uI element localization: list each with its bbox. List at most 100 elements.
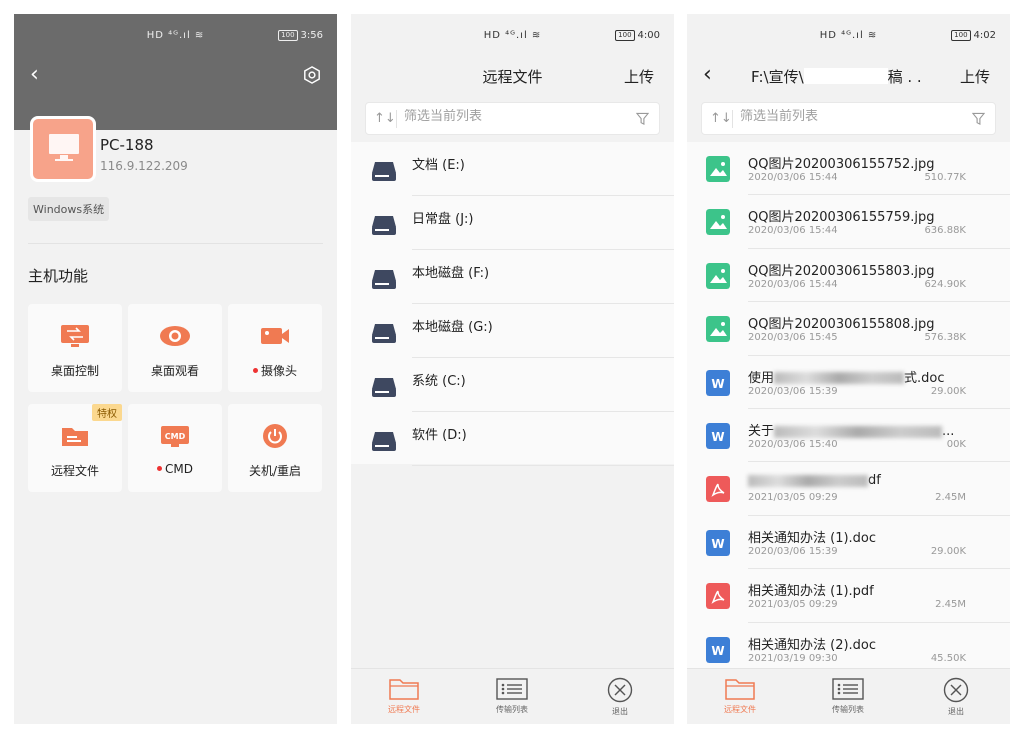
- cmd-icon: CMD: [161, 426, 189, 447]
- image-file-icon: [706, 316, 730, 343]
- file-name: QQ图片20200306155808.jpg: [748, 317, 935, 333]
- file-row[interactable]: QQ图片20200306155803.jpg 2020/03/06 15:44 …: [687, 249, 1010, 303]
- drive-name: 日常盘 (J:): [412, 212, 474, 227]
- filter-icon[interactable]: [972, 112, 985, 126]
- drive-name: 本地磁盘 (F:): [412, 266, 490, 281]
- nav-label: 退出: [948, 707, 964, 716]
- tile-label: 桌面观看: [150, 364, 199, 378]
- remote-files-screen: HD ⁴ᴳ.ıl ≋ 1004:00 远程文件 上传 ↑↓ 文档 (E:) 日常…: [351, 14, 674, 724]
- desktop-control-icon: [61, 325, 89, 347]
- clock: 3:56: [300, 30, 323, 41]
- power-button[interactable]: 关机/重启: [228, 404, 322, 492]
- file-name-suffix: df: [868, 473, 881, 489]
- upload-button[interactable]: 上传: [624, 66, 654, 87]
- file-row[interactable]: W 关于... 2020/03/06 15:40 00K: [687, 409, 1010, 463]
- sort-icon[interactable]: ↑↓: [710, 111, 732, 126]
- os-tag: Windows系统: [28, 197, 110, 221]
- folder-icon: [725, 679, 755, 700]
- drive-icon: [372, 378, 396, 397]
- word-file-icon: W: [706, 529, 730, 556]
- desktop-view-button[interactable]: 桌面观看: [128, 304, 222, 392]
- tile-label: 摄像头: [260, 364, 297, 378]
- word-file-icon: W: [706, 423, 730, 449]
- file-date: 2020/03/06 15:44: [748, 172, 838, 183]
- nav-transfer-list[interactable]: 传输列表: [813, 677, 883, 715]
- svg-text:W: W: [711, 644, 724, 658]
- file-date: 2020/03/06 15:44: [748, 225, 838, 237]
- drive-item[interactable]: 日常盘 (J:): [351, 196, 674, 250]
- sort-icon[interactable]: ↑↓: [374, 111, 396, 126]
- drive-item[interactable]: 文档 (E:): [351, 142, 674, 196]
- nav-transfer-list[interactable]: 传输列表: [477, 677, 547, 715]
- filter-input[interactable]: [404, 109, 624, 124]
- file-name: 相关通知办法 (1).doc: [748, 530, 877, 546]
- file-row[interactable]: QQ图片20200306155759.jpg 2020/03/06 15:44 …: [687, 195, 1010, 249]
- drive-item[interactable]: 本地磁盘 (F:): [351, 250, 674, 304]
- device-ip: 116.9.122.209: [100, 159, 188, 173]
- drive-item[interactable]: 本地磁盘 (G:): [351, 304, 674, 358]
- file-row[interactable]: QQ图片20200306155808.jpg 2020/03/06 15:45 …: [687, 302, 1010, 356]
- folder-path: F:\宣传\ 稿 . .: [751, 66, 940, 87]
- nav-exit[interactable]: 退出: [921, 677, 991, 717]
- file-size: 576.38K: [924, 332, 966, 344]
- file-name: df: [748, 473, 881, 488]
- tile-label: 远程文件: [50, 464, 99, 478]
- filter-icon[interactable]: [636, 112, 649, 126]
- path-suffix: 稿 . .: [887, 68, 922, 86]
- back-icon[interactable]: ‹: [30, 64, 39, 86]
- redacted-block: [803, 68, 888, 84]
- pc-avatar: [30, 116, 96, 182]
- close-circle-icon: [943, 677, 969, 703]
- tile-label: 桌面控制: [50, 364, 99, 378]
- tile-label: 关机/重启: [248, 464, 302, 478]
- cmd-button[interactable]: CMD CMD: [128, 404, 222, 492]
- filter-bar: ↑↓: [701, 102, 996, 135]
- power-icon: [263, 424, 287, 448]
- file-name: 相关通知办法 (2).doc: [748, 637, 877, 653]
- drive-icon: [372, 270, 396, 289]
- camera-button[interactable]: 摄像头: [228, 304, 322, 392]
- file-row[interactable]: QQ图片20200306155752.jpg 2020/03/06 15:44 …: [687, 142, 1010, 196]
- bottom-nav: 远程文件 传输列表 退出: [351, 668, 674, 724]
- status-bar: HD ⁴ᴳ.ıl ≋ 100 4:00: [351, 30, 674, 48]
- drive-item[interactable]: 软件 (D:): [351, 412, 674, 466]
- nav-remote-files[interactable]: 远程文件: [369, 677, 439, 715]
- file-row[interactable]: W 使用 式.doc 2020/03/06 15:39 29.00K: [687, 356, 1010, 409]
- file-date: 2020/03/06 15:39: [748, 385, 838, 397]
- nav-label: 传输列表: [832, 705, 864, 714]
- file-row[interactable]: W 相关通知办法 (1).doc 2020/03/06 15:39 29.00K: [687, 516, 1010, 570]
- folder-icon: [389, 679, 419, 700]
- status-bar: HD ⁴ᴳ.ıl ≋ 100 4:02: [687, 30, 1010, 48]
- file-row[interactable]: 相关通知办法 (1).pdf 2021/03/05 09:29 2.45M: [687, 569, 1010, 623]
- nav-label: 远程文件: [724, 705, 756, 714]
- nav-remote-files[interactable]: 远程文件: [705, 677, 775, 715]
- drive-name: 系统 (C:): [412, 374, 466, 389]
- camera-icon: [261, 328, 289, 344]
- redacted-block: [774, 372, 905, 385]
- filter-input[interactable]: [740, 109, 960, 124]
- file-name: QQ图片20200306155752.jpg: [748, 157, 935, 172]
- desktop-control-button[interactable]: 桌面控制: [28, 304, 122, 392]
- remote-files-button[interactable]: 特权 远程文件: [28, 404, 122, 492]
- file-date: 2020/03/06 15:44: [748, 278, 838, 290]
- header: F:\宣传\ 稿 . . 上传: [687, 64, 1010, 88]
- file-date: 2021/03/05 09:29: [748, 492, 838, 504]
- redacted-block: [774, 425, 943, 438]
- monitor-icon: [49, 134, 79, 161]
- drive-item[interactable]: 系统 (C:): [351, 358, 674, 412]
- drive-icon: [372, 324, 396, 343]
- clock: 4:00: [637, 30, 660, 41]
- file-date: 2020/03/06 15:40: [748, 439, 838, 450]
- settings-icon[interactable]: [303, 66, 321, 84]
- drive-icon: [372, 432, 396, 451]
- word-file-icon: W: [706, 369, 730, 396]
- file-date: 2020/03/06 15:45: [748, 332, 838, 344]
- file-size: 2.45M: [935, 599, 966, 611]
- nav-exit[interactable]: 退出: [585, 677, 655, 717]
- status-dot: [157, 466, 162, 471]
- upload-button[interactable]: 上传: [960, 66, 990, 87]
- svg-text:W: W: [711, 537, 724, 551]
- file-row[interactable]: df 2021/03/05 09:29 2.45M: [687, 462, 1010, 516]
- file-size: 29.00K: [930, 545, 966, 557]
- file-name-prefix: 关于: [748, 424, 775, 439]
